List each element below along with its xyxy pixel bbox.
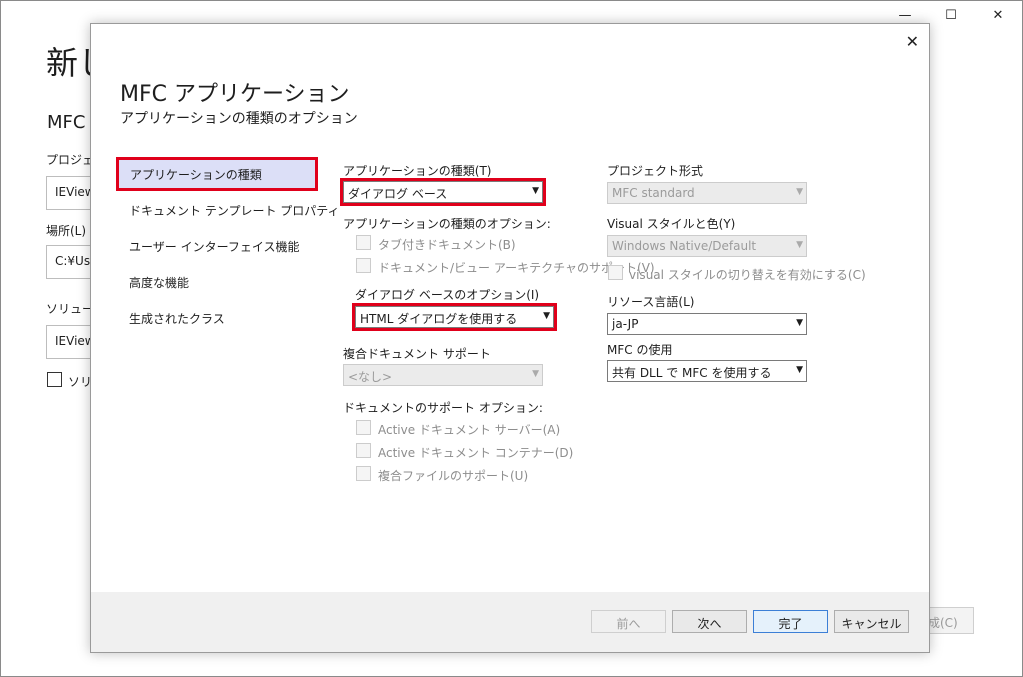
- visual-style-value: Windows Native/Default: [612, 239, 757, 253]
- compound-doc-label: 複合ドキュメント サポート: [343, 347, 491, 361]
- project-style-value: MFC standard: [612, 186, 695, 200]
- app-type-dropdown[interactable]: ダイアログ ベース ▼: [340, 178, 546, 206]
- nav-item-advanced[interactable]: 高度な機能: [116, 265, 318, 299]
- maximize-icon[interactable]: ☐: [928, 2, 974, 28]
- dialog-close-icon[interactable]: ✕: [906, 32, 919, 51]
- app-type-options-label: アプリケーションの種類のオプション:: [343, 217, 551, 231]
- compound-doc-dropdown[interactable]: <なし> ▼: [343, 364, 543, 386]
- visual-style-dropdown[interactable]: Windows Native/Default ▼: [607, 235, 807, 257]
- chevron-down-icon: ▼: [543, 311, 550, 321]
- chevron-down-icon: ▼: [532, 186, 539, 196]
- dialog-subtitle: アプリケーションの種類のオプション: [120, 111, 358, 127]
- visual-style-label: Visual スタイルと色(Y): [607, 217, 736, 231]
- cancel-button[interactable]: キャンセル: [834, 610, 909, 633]
- dialog-title: MFC アプリケーション: [120, 82, 350, 107]
- compound-file-checkbox[interactable]: [356, 466, 371, 481]
- mfc-use-label: MFC の使用: [607, 343, 673, 357]
- app-type-value: ダイアログ ベース: [348, 187, 448, 201]
- chevron-down-icon: ▼: [796, 318, 803, 328]
- next-button[interactable]: 次へ: [672, 610, 747, 633]
- dialog-options-label: ダイアログ ベースのオプション(I): [355, 288, 540, 302]
- dialog-options-dropdown[interactable]: HTML ダイアログを使用する ▼: [352, 303, 557, 331]
- chevron-down-icon: ▼: [796, 187, 803, 197]
- dialog-options-value: HTML ダイアログを使用する: [360, 312, 518, 326]
- active-container-label: Active ドキュメント コンテナー(D): [378, 446, 574, 460]
- project-style-dropdown[interactable]: MFC standard ▼: [607, 182, 807, 204]
- active-server-label: Active ドキュメント サーバー(A): [378, 423, 561, 437]
- nav-item-ui-features[interactable]: ユーザー インターフェイス機能: [116, 229, 318, 263]
- bg-solution-checkbox[interactable]: [47, 372, 62, 387]
- chevron-down-icon: ▼: [796, 365, 803, 375]
- finish-button[interactable]: 完了: [753, 610, 828, 633]
- nav-item-doc-template[interactable]: ドキュメント テンプレート プロパティ: [116, 193, 340, 227]
- mfc-use-value: 共有 DLL で MFC を使用する: [612, 366, 772, 380]
- doc-support-label: ドキュメントのサポート オプション:: [343, 401, 543, 415]
- tabbed-docs-label: タブ付きドキュメント(B): [378, 238, 516, 252]
- compound-file-label: 複合ファイルのサポート(U): [378, 469, 529, 483]
- resource-lang-label: リソース言語(L): [607, 295, 695, 309]
- compound-doc-value: <なし>: [348, 370, 393, 384]
- nav-item-generated-classes[interactable]: 生成されたクラス: [116, 301, 318, 335]
- doc-view-checkbox[interactable]: [356, 258, 371, 273]
- prev-button[interactable]: 前へ: [591, 610, 666, 633]
- dialog-footer: 前へ 次へ 完了 キャンセル: [91, 592, 929, 652]
- app-type-label: アプリケーションの種類(T): [343, 164, 492, 178]
- visual-toggle-checkbox[interactable]: [608, 265, 623, 280]
- mfc-use-dropdown[interactable]: 共有 DLL で MFC を使用する ▼: [607, 360, 807, 382]
- active-container-checkbox[interactable]: [356, 443, 371, 458]
- visual-toggle-label: visual スタイルの切り替えを有効にする(C): [629, 268, 866, 282]
- mfc-wizard-dialog: ✕ MFC アプリケーション アプリケーションの種類のオプション アプリケーショ…: [90, 23, 930, 653]
- window-close-icon[interactable]: ✕: [975, 2, 1021, 28]
- tabbed-docs-checkbox[interactable]: [356, 235, 371, 250]
- active-server-checkbox[interactable]: [356, 420, 371, 435]
- bg-location-label: 場所(L): [46, 224, 87, 238]
- chevron-down-icon: ▼: [796, 240, 803, 250]
- resource-lang-value: ja-JP: [612, 317, 639, 331]
- nav-item-app-type[interactable]: アプリケーションの種類: [116, 157, 318, 191]
- project-style-label: プロジェクト形式: [607, 164, 704, 178]
- chevron-down-icon: ▼: [532, 369, 539, 379]
- resource-lang-dropdown[interactable]: ja-JP ▼: [607, 313, 807, 335]
